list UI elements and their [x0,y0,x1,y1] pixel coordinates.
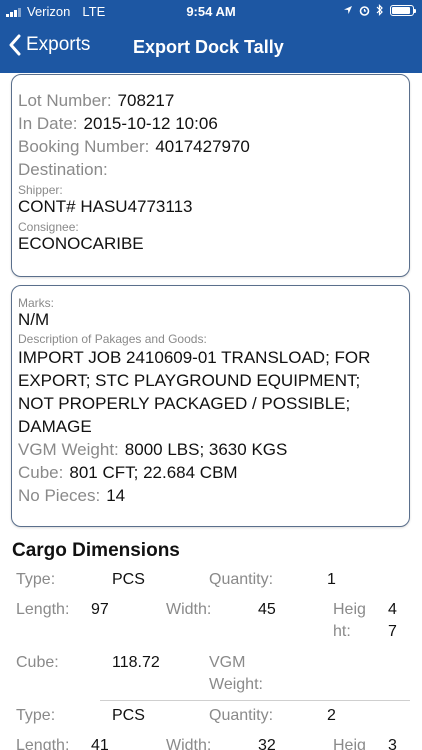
destination-row: Destination: [18,160,403,180]
lot-info-card: Lot Number: 708217 In Date: 2015-10-12 1… [11,74,410,277]
vgm-weight-value: 8000 LBS; 3630 KGS [124,440,288,459]
height-value-line: 7 [388,623,397,640]
width-label: Width: [166,737,212,750]
goods-card: Marks: N/M Description of Pakages and Go… [11,285,410,527]
length-label: Length: [16,601,70,618]
no-pieces-label: No Pieces: [18,486,101,505]
height-label-line: Heig [333,601,366,618]
cube-value: 118.72 [112,654,160,671]
back-button[interactable]: Exports [8,34,90,56]
height-label-line: ht: [333,623,351,640]
vgm-weight-label: VGM Weight: [18,440,119,459]
height-value: 3 [388,737,397,750]
back-button-label: Exports [26,34,91,55]
marks-label: Marks: [18,296,54,310]
no-pieces-value: 14 [106,486,126,505]
booking-number-value: 4017427970 [155,137,250,156]
cube-row: Cube: 801 CFT; 22.684 CBM [18,461,403,484]
width-label: Width: [166,601,212,618]
width-value: 45 [258,601,276,618]
in-date-value: 2015-10-12 10:06 [83,114,218,133]
shipper-label: Shipper: [18,183,63,197]
vgm-weight-label-line: VGM [209,654,246,671]
length-label: Length: [16,737,70,750]
no-pieces-row: No Pieces: 14 [18,484,403,507]
status-bar-right [343,4,416,16]
bluetooth-icon [376,4,383,16]
booking-number-row: Booking Number: 4017427970 [18,137,403,157]
cube-value: 801 CFT; 22.684 CBM [69,463,238,482]
cargo-item-divider [100,700,410,701]
vgm-weight-label: VGM Weight: [209,652,263,696]
location-arrow-icon [344,6,352,14]
length-value: 97 [91,601,109,618]
description-line: IMPORT JOB 2410609-01 TRANSLOAD; FOR [18,348,371,367]
alarm-icon [359,5,370,16]
marks-value: N/M [18,310,50,329]
header-bar: Verizon LTE 9:54 AM Exports Export Dock … [0,0,422,73]
quantity-label: Quantity: [209,571,274,588]
shipper-value: CONT# HASU4773113 [18,197,193,216]
description-line: DAMAGE [18,417,92,436]
type-label: Type: [16,571,56,588]
consignee-label: Consignee: [18,220,79,234]
lot-number-row: Lot Number: 708217 [18,91,403,111]
in-date-row: In Date: 2015-10-12 10:06 [18,114,403,134]
type-value: PCS [112,707,145,724]
quantity-value: 1 [327,571,336,588]
height-label: Heig ht: [333,599,366,643]
quantity-label: Quantity: [209,707,274,724]
cube-label: Cube: [16,654,59,671]
booking-number-label: Booking Number: [18,137,150,156]
nav-bar: Exports Export Dock Tally [0,28,422,68]
page-title: Export Dock Tally [133,37,284,57]
type-value: PCS [112,571,145,588]
cube-label: Cube: [18,463,64,482]
lot-number-label: Lot Number: [18,91,112,110]
height-value: 4 7 [388,599,397,643]
length-value: 41 [91,737,109,750]
in-date-label: In Date: [18,114,78,133]
vgm-weight-row: VGM Weight: 8000 LBS; 3630 KGS [18,438,403,461]
description-value: IMPORT JOB 2410609-01 TRANSLOAD; FOR EXP… [18,346,403,438]
consignee-value: ECONOCARIBE [18,234,144,253]
destination-label: Destination: [18,160,108,179]
quantity-value: 2 [327,707,336,724]
chevron-left-icon [9,34,21,56]
height-label: Heig [333,737,366,750]
cargo-dimensions-title: Cargo Dimensions [12,540,180,561]
height-value-line: 4 [388,601,397,618]
status-bar: Verizon LTE 9:54 AM [0,0,422,24]
description-line: EXPORT; STC PLAYGROUND EQUIPMENT; [18,371,361,390]
lot-number-value: 708217 [117,91,175,110]
type-label: Type: [16,707,56,724]
vgm-weight-label-line: Weight: [209,676,263,693]
description-line: NOT PROPERLY PACKAGED / POSSIBLE; [18,394,351,413]
width-value: 32 [258,737,276,750]
description-label: Description of Pakages and Goods: [18,332,207,346]
battery-icon [390,4,416,16]
